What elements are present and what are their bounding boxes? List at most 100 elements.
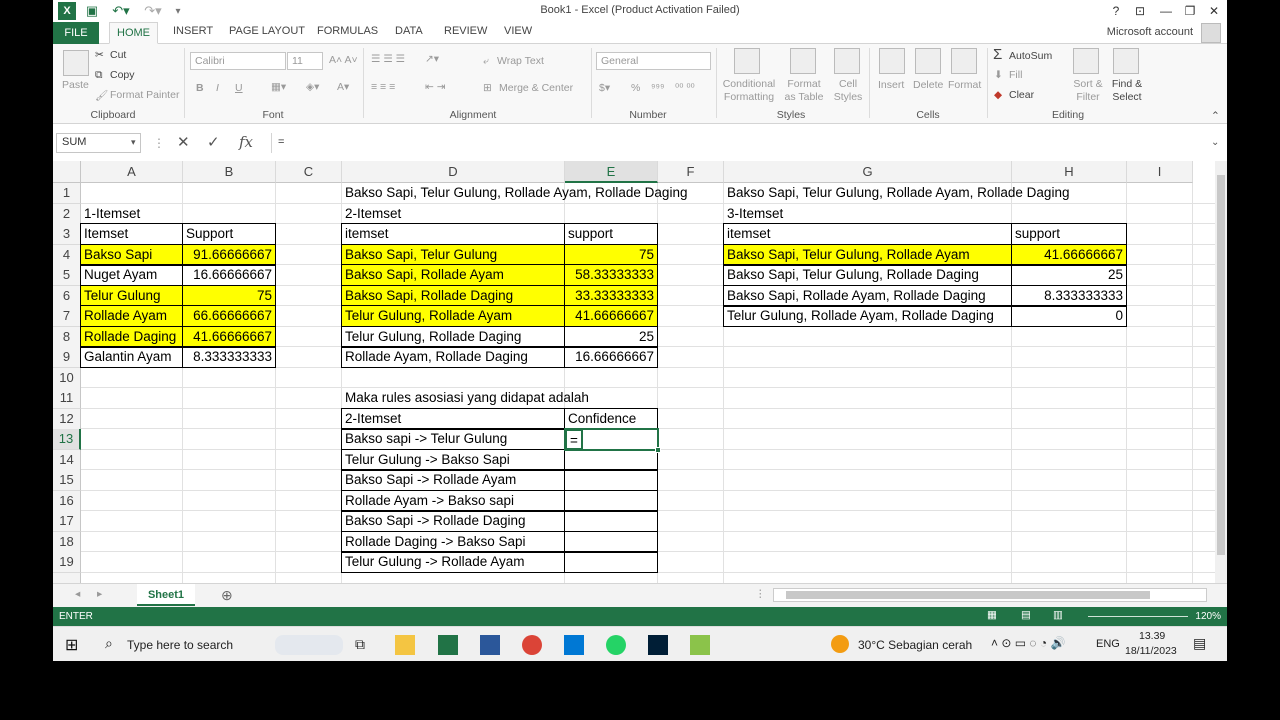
row-header-7[interactable]: 7 [53,306,81,327]
zoom-slider[interactable] [1088,616,1188,617]
row-header-5[interactable]: 5 [53,265,81,286]
table2-value-cell[interactable]: 33.33333333 [564,284,658,307]
align-left-icon[interactable]: ≡ ≡ ≡ [371,81,395,93]
copy-icon[interactable]: ⧉ [95,69,103,82]
format-as-table-icon[interactable] [790,48,816,74]
cell-styles-icon[interactable] [834,48,860,74]
fill-handle[interactable] [655,446,661,453]
table1-header[interactable]: Support [182,223,276,245]
row-header-10[interactable]: 10 [53,367,81,389]
table2-value-cell[interactable]: 58.33333333 [564,264,658,286]
row-header-8[interactable]: 8 [53,326,81,348]
comma-icon[interactable]: ⁹⁹⁹ [651,82,665,94]
table3-value-cell[interactable]: 25 [1011,264,1127,286]
minimize-button[interactable]: — [1155,2,1177,20]
excel-app-icon[interactable] [438,635,458,655]
normal-view-icon[interactable]: ▦ [987,609,997,621]
conditional-formatting-button[interactable]: Conditional Formatting [721,78,777,104]
autosum-button[interactable]: AutoSum [1009,50,1052,62]
table1-value-cell[interactable]: 91.66666667 [182,243,276,266]
table1-item-cell[interactable]: Galantin Ayam [80,346,183,368]
table2-value-cell[interactable]: 25 [564,325,658,348]
bold-button[interactable]: B [196,82,204,94]
formula-input[interactable]: = [271,133,1226,153]
restore-button[interactable]: ❐ [1179,2,1201,20]
name-box[interactable]: SUM [56,133,141,153]
sheet-tab-sheet1[interactable]: Sheet1 [137,584,195,606]
table3-header[interactable]: support [1011,223,1127,245]
tab-page-layout[interactable]: PAGE LAYOUT [229,25,305,37]
delete-cells-button[interactable]: Delete [913,79,943,91]
rules-item-cell[interactable]: Rollade Daging -> Bakso Sapi [341,530,565,553]
row-header-19[interactable]: 19 [53,552,81,573]
tab-data[interactable]: DATA [395,25,423,37]
table1-value-cell[interactable]: 75 [182,284,276,307]
clear-icon[interactable]: ◆ [994,89,1002,101]
row-header-14[interactable]: 14 [53,449,81,471]
row-header-6[interactable]: 6 [53,285,81,307]
close-button[interactable]: ✕ [1203,2,1225,20]
row-header-1[interactable]: 1 [53,183,81,204]
decimal-icon[interactable]: ⁰⁰ ⁰⁰ [675,82,695,94]
sort-filter-button[interactable]: Sort & Filter [1071,78,1105,104]
insert-cells-button[interactable]: Insert [878,79,904,91]
conditional-formatting-icon[interactable] [734,48,760,74]
help-button[interactable]: ? [1105,2,1127,20]
notification-icon[interactable]: ▤ [1193,635,1206,652]
rules-item-cell[interactable]: Bakso sapi -> Telur Gulung [341,428,565,450]
rules-item-cell[interactable]: Bakso Sapi -> Rollade Daging [341,510,565,532]
avatar[interactable] [1201,23,1221,43]
paste-button[interactable]: Paste [62,79,89,91]
table2-value-cell[interactable]: 16.66666667 [564,346,658,368]
chrome-app-icon[interactable] [522,635,542,655]
row-header-3[interactable]: 3 [53,224,81,245]
number-format-box[interactable]: General [596,52,711,70]
column-header-f[interactable]: F [658,161,724,183]
column-header-b[interactable]: B [183,161,276,183]
weather-icon[interactable] [831,635,849,653]
table2-value-cell[interactable]: 41.66666667 [564,305,658,327]
cell-g2[interactable]: 3-Itemset [724,204,786,225]
cell-d2[interactable]: 2-Itemset [342,204,404,225]
table3-value-cell[interactable]: 0 [1011,305,1127,327]
autosum-icon[interactable]: Σ [993,46,1002,63]
copy-button[interactable]: Copy [110,69,135,81]
find-select-button[interactable]: Find & Select [1107,78,1147,104]
table2-header[interactable]: support [564,223,658,245]
tab-split-icon[interactable]: ⋮ [755,588,766,600]
windows-start-icon[interactable]: ⊞ [65,635,78,655]
table1-item-cell[interactable]: Nuget Ayam [80,264,183,286]
rules-value-cell[interactable] [564,489,658,512]
cell-a2[interactable]: 1-Itemset [81,204,143,225]
rules-header[interactable]: Confidence [564,407,658,430]
format-painter-icon[interactable]: 🖌 [95,89,108,102]
fill-icon[interactable]: ⬇ [994,69,1003,81]
table1-item-cell[interactable]: Rollade Daging [80,325,183,348]
new-sheet-icon[interactable]: ⊕ [221,587,233,604]
table1-value-cell[interactable]: 16.66666667 [182,264,276,286]
row-header-18[interactable]: 18 [53,531,81,553]
row-header-13[interactable]: 13 [53,429,81,450]
underline-button[interactable]: U [235,82,243,94]
insert-cells-icon[interactable] [879,48,905,74]
rules-item-cell[interactable]: Rollade Ayam -> Bakso sapi [341,489,565,512]
table1-item-cell[interactable]: Telur Gulung [80,284,183,307]
table1-value-cell[interactable]: 66.66666667 [182,305,276,327]
cut-icon[interactable]: ✂ [95,49,104,61]
paste-icon[interactable] [63,50,89,76]
format-painter-button[interactable]: Format Painter [110,89,179,101]
column-header-i[interactable]: I [1127,161,1193,183]
column-header-h[interactable]: H [1012,161,1127,183]
zoom-level[interactable]: 120% [1195,611,1221,622]
word-app-icon[interactable] [480,635,500,655]
photoshop-app-icon[interactable] [648,635,668,655]
weather-text[interactable]: 30°C Sebagian cerah [858,638,972,652]
table1-value-cell[interactable]: 8.333333333 [182,346,276,368]
table3-item-cell[interactable]: Telur Gulung, Rollade Ayam, Rollade Dagi… [723,305,1012,327]
rules-value-cell[interactable] [564,510,658,532]
row-header-4[interactable]: 4 [53,244,81,266]
table2-item-cell[interactable]: Telur Gulung, Rollade Daging [341,325,565,348]
table1-item-cell[interactable]: Bakso Sapi [80,243,183,266]
rules-value-cell[interactable] [564,551,658,573]
horizontal-scroll-thumb[interactable] [786,591,1150,599]
